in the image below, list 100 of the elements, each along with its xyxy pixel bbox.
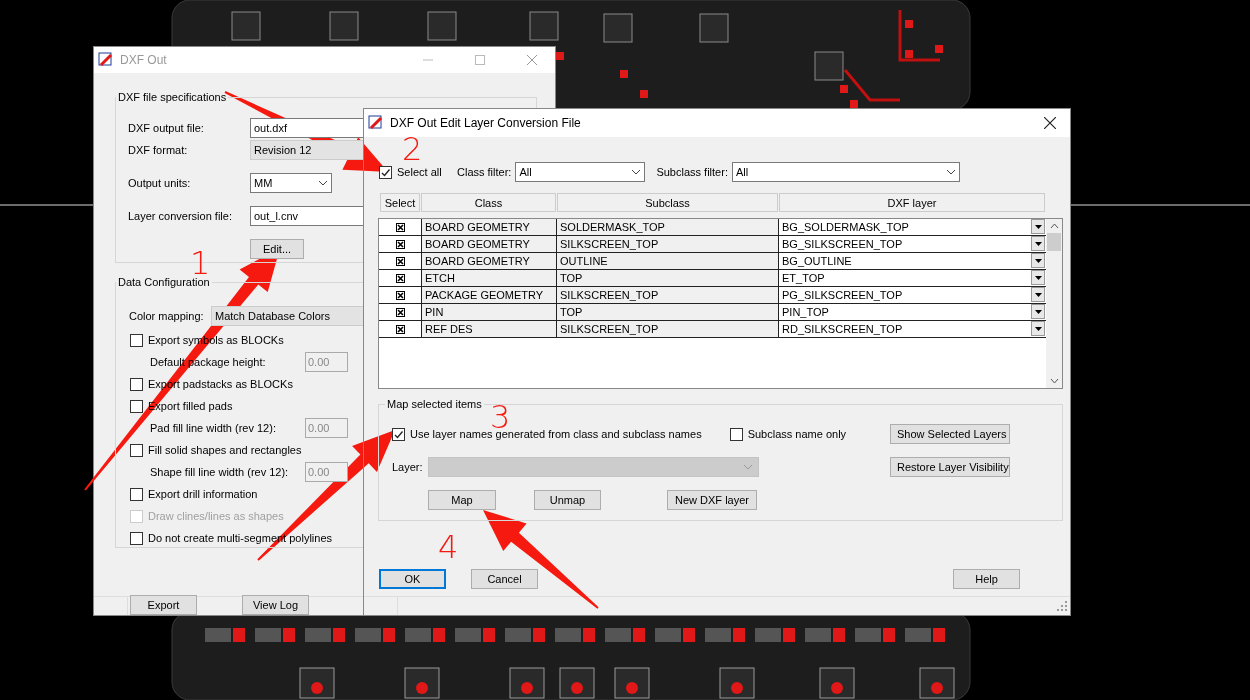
caret-icon xyxy=(1034,275,1042,280)
checkbox[interactable] xyxy=(379,165,392,179)
group-title: DXF file specifications xyxy=(117,91,228,103)
field-label: DXF format: xyxy=(128,144,189,156)
dropdown-button[interactable] xyxy=(1031,287,1045,302)
dropdown-button[interactable] xyxy=(1031,304,1045,319)
caret-icon xyxy=(1034,326,1042,331)
table-cell: SILKSCREEN_TOP xyxy=(557,321,779,337)
field-label: Shape fill line width (rev 12): xyxy=(150,466,290,478)
checkbox[interactable] xyxy=(130,377,143,391)
edit-button[interactable]: Edit... xyxy=(250,239,304,259)
units-dropdown[interactable]: MM xyxy=(250,173,332,193)
table-cell: SOLDERMASK_TOP xyxy=(557,219,779,235)
dropdown-button[interactable] xyxy=(1031,236,1045,251)
table-cell: ETCH xyxy=(422,270,557,286)
app-icon xyxy=(368,115,384,131)
number-field: 0.00 xyxy=(305,418,348,438)
checkbox[interactable] xyxy=(395,239,405,249)
table-cell-text: PIN_TOP xyxy=(781,305,830,320)
dropdown-button[interactable] xyxy=(1031,219,1045,234)
checkbox-label: Export drill information xyxy=(148,488,258,500)
dialog-button[interactable]: Map xyxy=(428,490,496,510)
field-label: Subclass filter: xyxy=(656,166,728,178)
checkbox-label: Fill solid shapes and rectangles xyxy=(148,444,302,456)
table-cell: BOARD GEOMETRY xyxy=(422,236,557,252)
step-number: 4 xyxy=(438,534,459,560)
chevron-icon xyxy=(945,169,956,175)
caret-icon xyxy=(1034,224,1042,229)
table-cell-text: PG_SILKSCREEN_TOP xyxy=(781,288,904,303)
checkbox-label: Select all xyxy=(397,166,443,178)
dropdown-button[interactable] xyxy=(1031,253,1045,268)
field-label: Layer conversion file: xyxy=(128,210,233,222)
number-field: 0.00 xyxy=(305,462,348,482)
column-header[interactable]: DXF layer xyxy=(779,193,1045,212)
table-cell-text: BG_OUTLINE xyxy=(781,254,853,269)
number-field: 0.00 xyxy=(305,352,348,372)
table-cell-text: BG_SILKSCREEN_TOP xyxy=(781,237,904,252)
checkbox[interactable] xyxy=(395,324,405,334)
table-cell: OUTLINE xyxy=(557,253,779,269)
class-filter-dropdown[interactable]: All xyxy=(515,162,646,182)
field-label: Class filter: xyxy=(457,166,512,178)
checkbox[interactable] xyxy=(130,487,143,501)
checkbox[interactable] xyxy=(395,256,405,266)
dropdown-button[interactable] xyxy=(1031,321,1045,336)
caret-icon xyxy=(1034,258,1042,263)
window-title: DXF Out xyxy=(120,53,167,67)
dialog-button[interactable]: OK xyxy=(379,569,446,589)
checkbox[interactable] xyxy=(130,333,143,347)
table-cell-text: ET_TOP xyxy=(781,271,826,286)
subclass-filter-dropdown[interactable]: All xyxy=(731,162,960,182)
checkbox[interactable] xyxy=(130,531,143,545)
close-icon[interactable] xyxy=(1044,117,1056,129)
caret-icon xyxy=(1034,292,1042,297)
step-number: 1 xyxy=(190,250,211,276)
checkbox[interactable] xyxy=(130,399,143,413)
field-label: Layer: xyxy=(392,461,424,473)
chevron-icon xyxy=(318,180,328,186)
scroll-thumb[interactable] xyxy=(1047,233,1061,251)
column-header[interactable]: Class xyxy=(421,193,556,212)
group-title: Data Configuration xyxy=(117,276,211,288)
table-cell: TOP xyxy=(557,304,779,320)
checkbox[interactable] xyxy=(395,222,405,232)
dialog-button[interactable]: Cancel xyxy=(471,569,538,589)
resize-grip-icon xyxy=(1057,601,1067,611)
dialog-button[interactable]: New DXF layer xyxy=(667,490,757,510)
column-header[interactable]: Subclass xyxy=(557,193,778,212)
caret-icon xyxy=(1034,241,1042,246)
chevron-up-icon[interactable] xyxy=(1049,223,1059,229)
checkbox[interactable] xyxy=(729,427,743,441)
dialog-button[interactable]: Restore Layer Visibility xyxy=(890,457,1010,477)
table-cell: SILKSCREEN_TOP xyxy=(557,236,779,252)
group-title: Map selected items xyxy=(386,398,483,410)
checkbox-label: Use layer names generated from class and subclass names xyxy=(410,428,702,440)
table-cell-text: BG_SOLDERMASK_TOP xyxy=(781,220,910,235)
dialog-button[interactable]: Export xyxy=(130,595,197,615)
app-icon xyxy=(98,52,114,68)
checkbox[interactable] xyxy=(392,427,405,441)
table-cell: SILKSCREEN_TOP xyxy=(557,287,779,303)
dialog-button[interactable]: Unmap xyxy=(534,490,601,510)
table-cell: TOP xyxy=(557,270,779,286)
chevron-down-icon[interactable] xyxy=(1049,378,1059,384)
checkbox[interactable] xyxy=(395,307,405,317)
dialog-button[interactable]: Help xyxy=(953,569,1020,589)
table-cell: BOARD GEOMETRY xyxy=(422,219,557,235)
checkbox-label: Draw clines/lines as shapes xyxy=(148,510,284,522)
chevron-icon xyxy=(631,169,642,175)
table-cell-text: RD_SILKSCREEN_TOP xyxy=(781,322,904,337)
dialog-button[interactable]: View Log xyxy=(242,595,309,615)
checkbox[interactable] xyxy=(395,290,405,300)
dialog-button[interactable]: Show Selected Layers xyxy=(890,424,1010,444)
column-header[interactable]: Select xyxy=(380,193,420,212)
table-cell: PACKAGE GEOMETRY xyxy=(422,287,557,303)
checkbox[interactable] xyxy=(395,273,405,283)
scrollbar[interactable] xyxy=(1046,219,1062,388)
checkbox[interactable] xyxy=(130,443,143,457)
field-label: DXF output file: xyxy=(128,122,205,134)
table-cell: BOARD GEOMETRY xyxy=(422,253,557,269)
dropdown-button[interactable] xyxy=(1031,270,1045,285)
field-label: Pad fill line width (rev 12): xyxy=(150,422,277,434)
caret-icon xyxy=(1034,309,1042,314)
